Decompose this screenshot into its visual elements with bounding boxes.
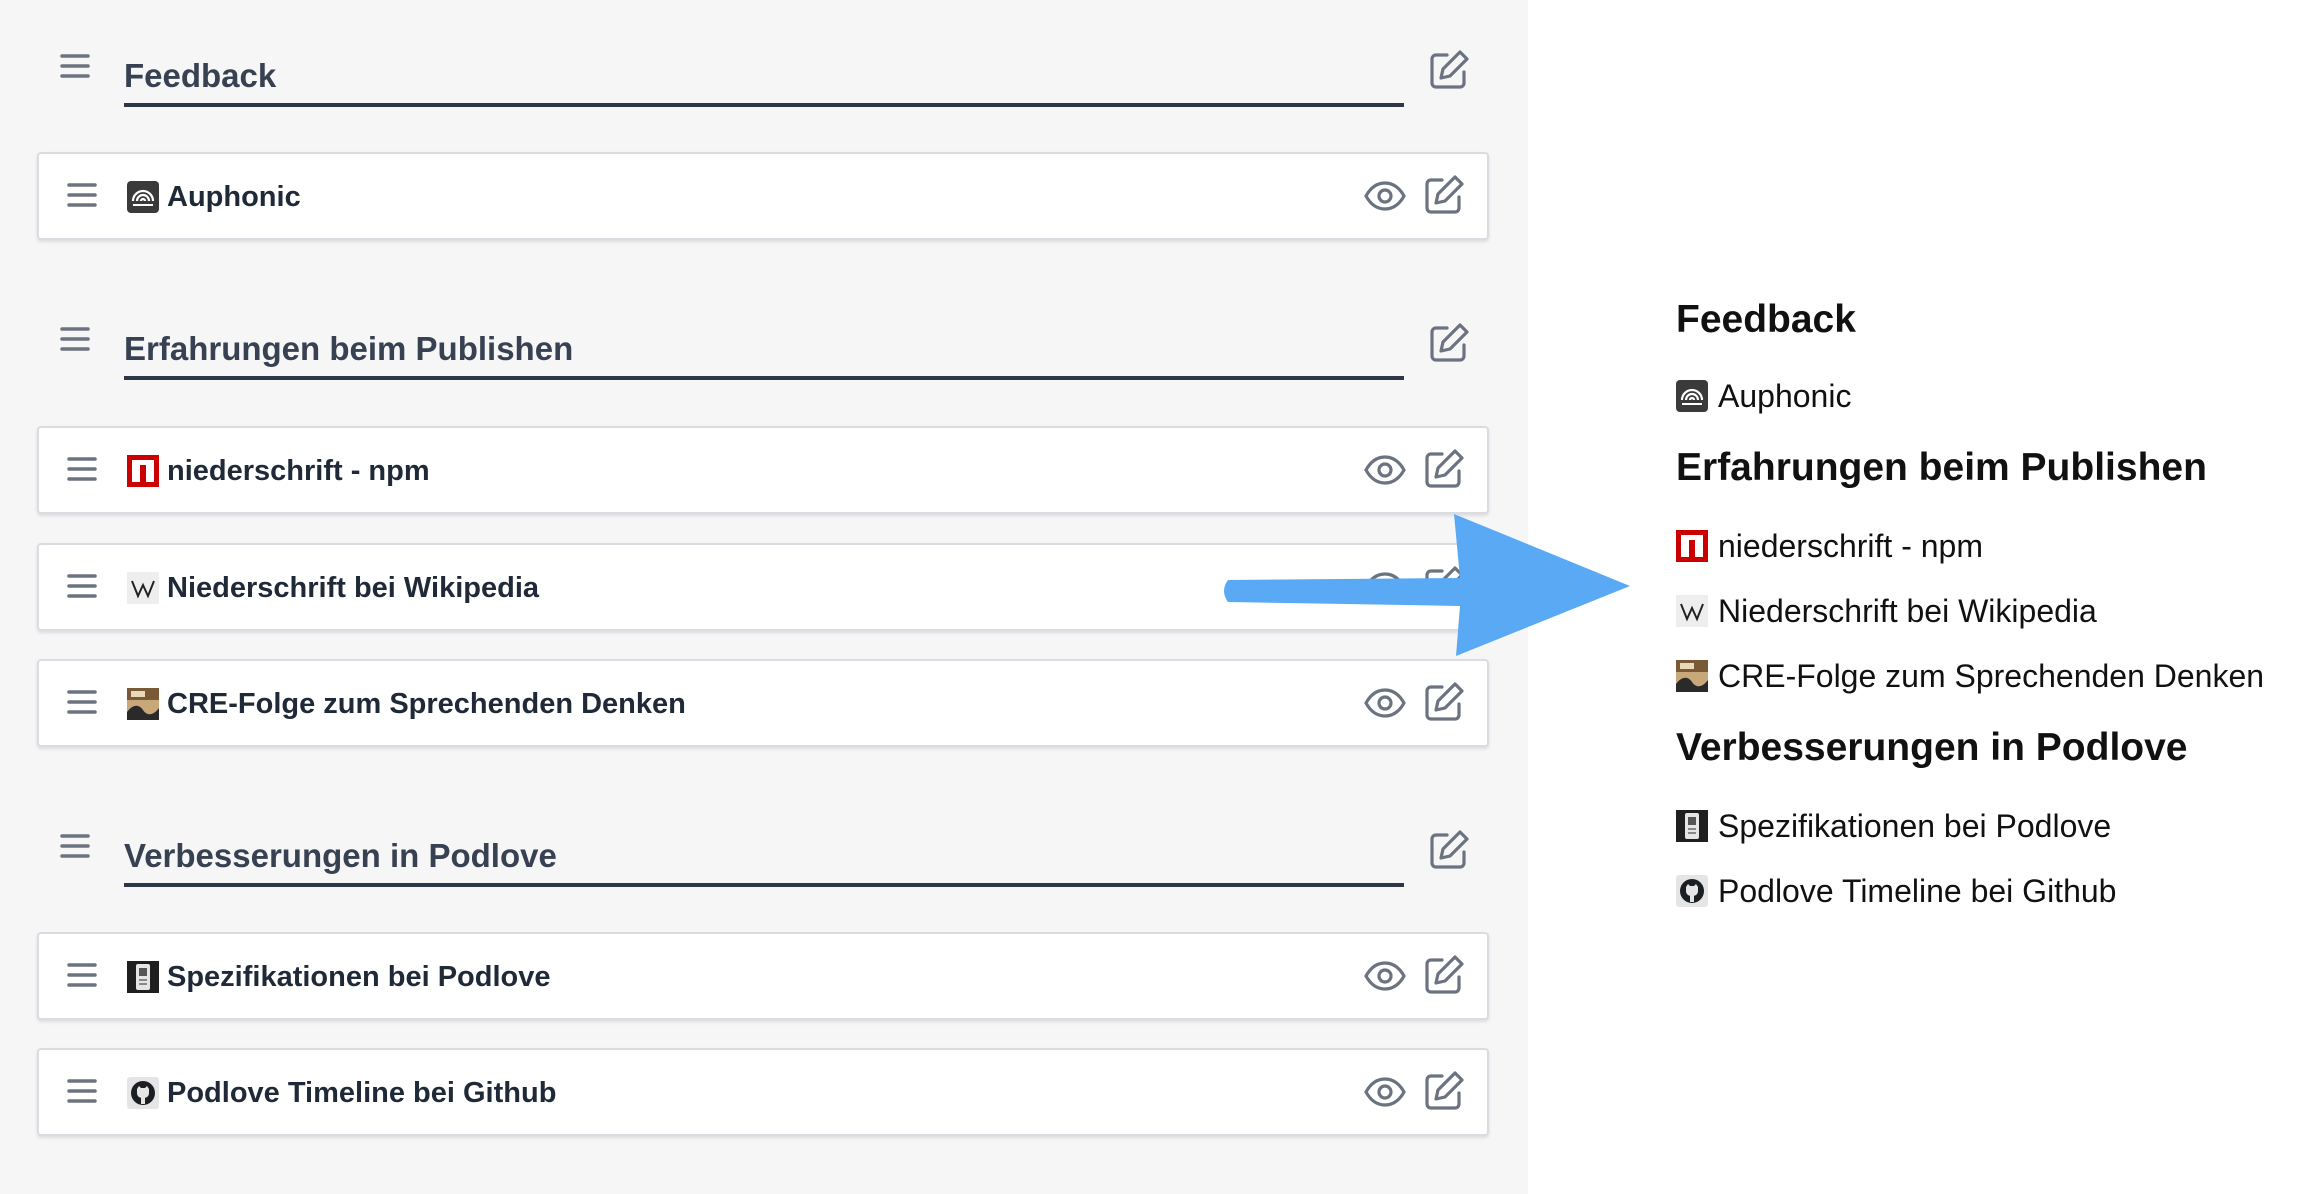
chapter-item-github[interactable]: Podlove Timeline bei Github: [37, 1048, 1489, 1136]
section-title-underline: Verbesserungen in Podlove: [124, 807, 1404, 887]
drag-handle-icon[interactable]: [60, 326, 90, 352]
drag-handle-icon[interactable]: [67, 182, 97, 208]
drag-handle-icon[interactable]: [67, 573, 97, 599]
github-favicon: [127, 1077, 159, 1109]
cre-favicon: [1676, 660, 1708, 692]
chapter-label: Auphonic: [167, 181, 301, 213]
edit-icon[interactable]: [1428, 829, 1470, 871]
preview-link-text: Podlove Timeline bei Github: [1718, 873, 2117, 909]
eye-icon[interactable]: [1363, 683, 1407, 723]
section-title-underline: Erfahrungen beim Publishen: [124, 300, 1404, 380]
eye-icon[interactable]: [1363, 176, 1407, 216]
chapter-item-npm[interactable]: niederschrift - npm: [37, 426, 1489, 514]
eye-icon[interactable]: [1363, 1072, 1407, 1112]
auphonic-favicon: [1676, 380, 1708, 412]
chapter-item-podlove-spec[interactable]: Spezifikationen bei Podlove: [37, 932, 1489, 1020]
podlove-favicon: [1676, 810, 1708, 842]
preview-link-text: Spezifikationen bei Podlove: [1718, 808, 2112, 844]
drag-handle-icon[interactable]: [67, 689, 97, 715]
wikipedia-favicon: [127, 572, 159, 604]
drag-handle-icon[interactable]: [67, 1078, 97, 1104]
podlove-favicon: [127, 961, 159, 993]
edit-icon[interactable]: [1423, 954, 1465, 996]
preview-heading: Feedback: [1676, 298, 1856, 341]
preview-link-text: niederschrift - npm: [1718, 528, 1983, 564]
edit-icon[interactable]: [1423, 174, 1465, 216]
section-title-underline: Feedback: [124, 27, 1404, 107]
edit-icon[interactable]: [1423, 1070, 1465, 1112]
section-header-verbesserungen: Verbesserungen in Podlove: [0, 807, 1528, 887]
npm-favicon: [1676, 530, 1708, 562]
section-header-feedback: Feedback: [0, 27, 1528, 107]
chapter-label: Niederschrift bei Wikipedia: [167, 572, 540, 604]
chapter-label: niederschrift - npm: [167, 455, 430, 487]
drag-handle-icon[interactable]: [67, 962, 97, 988]
arrow-right-icon: [1200, 510, 1640, 675]
chapter-label: CRE-Folge zum Sprechenden Denken: [167, 688, 686, 720]
edit-icon[interactable]: [1428, 49, 1470, 91]
npm-favicon: [127, 455, 159, 487]
preview-link-text: Niederschrift bei Wikipedia: [1718, 593, 2097, 629]
preview-link-text: Auphonic: [1718, 378, 1852, 414]
section-header-erfahrungen: Erfahrungen beim Publishen: [0, 300, 1528, 380]
drag-handle-icon[interactable]: [67, 456, 97, 482]
preview-link-text: CRE-Folge zum Sprechenden Denken: [1718, 658, 2265, 694]
eye-icon[interactable]: [1363, 450, 1407, 490]
wikipedia-favicon: [1676, 595, 1708, 627]
section-title[interactable]: Erfahrungen beim Publishen: [124, 330, 573, 368]
preview-heading: Verbesserungen in Podlove: [1676, 726, 2188, 769]
chapter-label: Spezifikationen bei Podlove: [167, 961, 551, 993]
drag-handle-icon[interactable]: [60, 833, 90, 859]
cre-favicon: [127, 688, 159, 720]
drag-handle-icon[interactable]: [60, 53, 90, 79]
edit-icon[interactable]: [1423, 448, 1465, 490]
chapter-label: Podlove Timeline bei Github: [167, 1077, 557, 1109]
edit-icon[interactable]: [1428, 322, 1470, 364]
chapter-item-auphonic[interactable]: Auphonic: [37, 152, 1489, 240]
section-title[interactable]: Verbesserungen in Podlove: [124, 837, 557, 875]
section-title[interactable]: Feedback: [124, 57, 276, 95]
github-favicon: [1676, 875, 1708, 907]
eye-icon[interactable]: [1363, 956, 1407, 996]
auphonic-favicon: [127, 181, 159, 213]
preview-heading: Erfahrungen beim Publishen: [1676, 446, 2207, 489]
edit-icon[interactable]: [1423, 681, 1465, 723]
